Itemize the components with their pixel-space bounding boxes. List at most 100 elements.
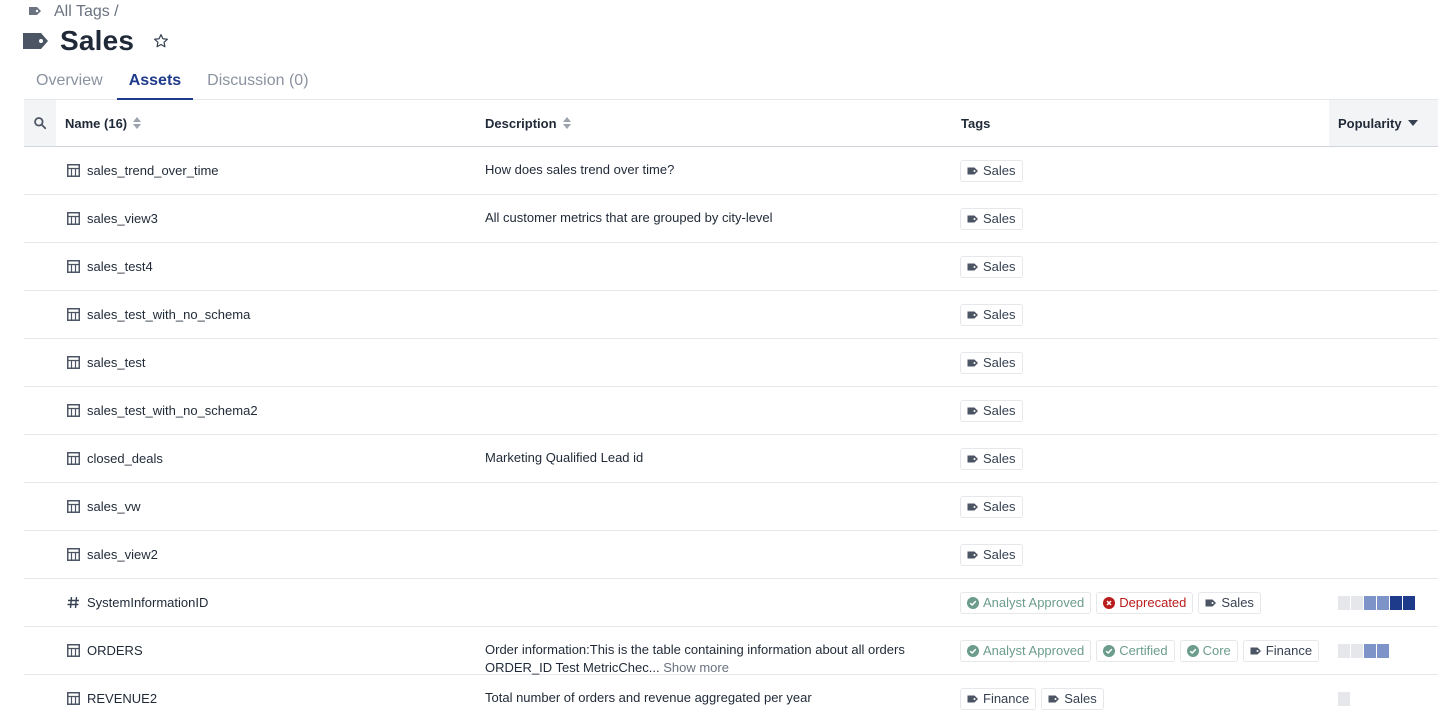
table-icon [66,212,80,226]
tag-pill-label: Sales [1064,691,1097,706]
column-header-description[interactable]: Description [476,100,952,146]
popularity-cell [1329,339,1438,386]
asset-name-cell[interactable]: REVENUE2 [56,675,476,719]
star-icon[interactable] [152,32,170,50]
asset-name-cell[interactable]: sales_test_with_no_schema2 [56,387,476,434]
tag-pill[interactable]: Core [1179,639,1238,662]
check-circle-icon [967,596,979,609]
tags-cell: Sales [952,387,1329,434]
sort-icon [133,117,142,129]
description-text: Order information:This is the table cont… [485,641,952,677]
tag-pill[interactable]: Finance [960,687,1037,710]
tag-pill[interactable]: Sales [960,543,1023,566]
page-title: Sales [60,25,135,56]
popularity-cell [1329,627,1438,674]
tag-icon [967,503,979,511]
breadcrumb: All Tags / [28,2,119,22]
asset-name[interactable]: sales_test [87,355,146,370]
table-row[interactable]: sales_test_with_no_schema Sales [24,291,1438,339]
asset-name[interactable]: sales_test4 [87,259,153,274]
tag-pill-label: Deprecated [1119,595,1187,610]
asset-name[interactable]: sales_trend_over_time [87,163,219,178]
popularity-cell [1329,195,1438,242]
table-header: Name (16) Description Tags Popularity [24,100,1438,147]
search-icon[interactable] [24,100,56,146]
tab-discussion[interactable]: Discussion (0) [195,64,320,100]
table-row[interactable]: REVENUE2 Total number of orders and reven… [24,675,1438,719]
popularity-cell [1329,483,1438,530]
show-more-link[interactable]: Show more [663,660,729,675]
asset-name[interactable]: REVENUE2 [87,691,157,706]
tag-pill-label: Sales [983,499,1016,514]
column-header-name[interactable]: Name (16) [56,100,476,146]
popularity-cell [1329,675,1438,719]
tag-icon [1205,599,1217,607]
tab-overview[interactable]: Overview [24,64,115,100]
table-row[interactable]: sales_vw Sales [24,483,1438,531]
asset-name[interactable]: SystemInformationID [87,595,208,610]
row-spacer [24,627,56,674]
asset-name-cell[interactable]: sales_test_with_no_schema [56,291,476,338]
table-icon [66,404,80,418]
tag-pill[interactable]: Analyst Approved [960,639,1092,662]
row-spacer [24,243,56,290]
tag-pill[interactable]: Sales [960,351,1023,374]
asset-name-cell[interactable]: sales_test [56,339,476,386]
tag-pill[interactable]: Sales [960,207,1023,230]
popularity-bars [1338,691,1350,706]
description-text: Marketing Qualified Lead id [485,449,643,467]
table-row[interactable]: sales_view2 Sales [24,531,1438,579]
asset-name-cell[interactable]: sales_test4 [56,243,476,290]
asset-name-cell[interactable]: sales_view2 [56,531,476,578]
tag-pill[interactable]: Analyst Approved [960,591,1092,614]
tag-pill[interactable]: Sales [960,399,1023,422]
asset-name[interactable]: sales_view3 [87,211,158,226]
asset-name-cell[interactable]: closed_deals [56,435,476,482]
asset-name[interactable]: sales_vw [87,499,140,514]
asset-name[interactable]: sales_test_with_no_schema2 [87,403,258,418]
table-row[interactable]: sales_view3 All customer metrics that are… [24,195,1438,243]
asset-name-cell[interactable]: sales_view3 [56,195,476,242]
breadcrumb-all-tags-link[interactable]: All Tags / [54,3,119,21]
tag-pill[interactable]: Deprecated [1096,591,1194,614]
table-row[interactable]: sales_test_with_no_schema2 Sales [24,387,1438,435]
tag-pill[interactable]: Finance [1242,639,1320,662]
table-row[interactable]: closed_deals Marketing Qualified Lead id S… [24,435,1438,483]
asset-name-cell[interactable]: sales_vw [56,483,476,530]
description-cell [476,531,952,578]
description-value: Total number of orders and revenue aggre… [485,690,812,705]
tag-pill-label: Analyst Approved [983,643,1085,658]
description-cell: Marketing Qualified Lead id [476,435,952,482]
asset-name-cell[interactable]: sales_trend_over_time [56,147,476,194]
tags-cell: Sales [952,531,1329,578]
popularity-bar [1364,643,1376,658]
table-icon [66,644,80,658]
tags-cell: Analyst Approved Deprecated Sales [952,579,1329,626]
asset-name[interactable]: sales_view2 [87,547,158,562]
table-row[interactable]: SystemInformationID Analyst Approved Depre… [24,579,1438,627]
table-row[interactable]: sales_trend_over_time How does sales tren… [24,147,1438,195]
tag-pill[interactable]: Sales [960,447,1023,470]
asset-name-cell[interactable]: ORDERS [56,627,476,674]
table-icon [66,500,80,514]
tag-pill[interactable]: Certified [1096,639,1175,662]
tag-pill[interactable]: Sales [960,255,1023,278]
table-row[interactable]: ORDERS Order information:This is the tabl… [24,627,1438,675]
table-row[interactable]: sales_test4 Sales [24,243,1438,291]
table-icon [66,356,80,370]
asset-name[interactable]: ORDERS [87,643,143,658]
tag-pill[interactable]: Sales [960,159,1023,182]
tag-pill[interactable]: Sales [960,303,1023,326]
tag-pill[interactable]: Sales [1198,591,1261,614]
tag-pill[interactable]: Sales [1041,687,1104,710]
asset-name-cell[interactable]: SystemInformationID [56,579,476,626]
tag-pill-label: Sales [983,451,1016,466]
tags-cell: Sales [952,435,1329,482]
column-header-popularity[interactable]: Popularity [1329,100,1438,146]
row-spacer [24,147,56,194]
tab-assets[interactable]: Assets [116,64,194,100]
tag-pill[interactable]: Sales [960,495,1023,518]
asset-name[interactable]: sales_test_with_no_schema [87,307,250,322]
table-row[interactable]: sales_test Sales [24,339,1438,387]
asset-name[interactable]: closed_deals [87,451,163,466]
